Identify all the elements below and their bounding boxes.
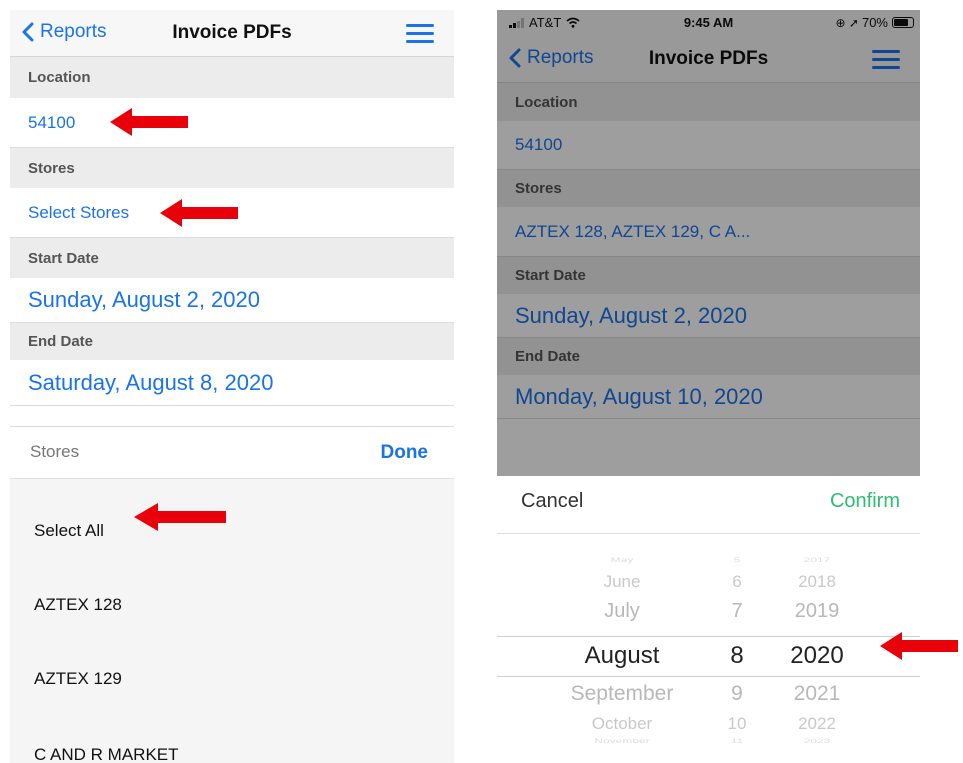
year-option[interactable]: 2019 (767, 600, 867, 623)
day-selected[interactable]: 8 (707, 642, 767, 670)
start-date-header: Start Date (497, 257, 920, 294)
location-section: Location 54100 (10, 57, 454, 148)
end-date-header: End Date (10, 323, 454, 360)
month-option[interactable]: November (537, 737, 707, 745)
sheet-header: Stores Done (10, 427, 454, 479)
end-date-header: End Date (497, 338, 920, 375)
chevron-left-icon (22, 22, 34, 42)
right-screen: AT&T 9:45 AM ⊕ ➚ 70% Reports Invoice PDF… (497, 10, 920, 763)
start-date-section: Start Date Sunday, August 2, 2020 (497, 257, 920, 338)
year-option[interactable]: 2022 (767, 714, 867, 734)
day-option[interactable]: 6 (707, 572, 767, 592)
month-option[interactable]: October (537, 714, 707, 734)
back-button[interactable]: Reports (22, 21, 107, 43)
location-value[interactable]: 54100 (10, 98, 454, 148)
end-date-section: End Date Saturday, August 8, 2020 (10, 323, 454, 406)
day-option[interactable]: 5 (707, 556, 767, 564)
chevron-left-icon (509, 48, 521, 68)
stores-header: Stores (10, 148, 454, 188)
start-date-section: Start Date Sunday, August 2, 2020 (10, 238, 454, 323)
annotation-arrow-icon (134, 503, 226, 531)
nav-bar: Reports Invoice PDFs (10, 10, 454, 57)
day-option[interactable]: 9 (707, 682, 767, 706)
battery-percent: 70% (861, 15, 888, 30)
location-value[interactable]: 54100 (497, 121, 920, 170)
annotation-arrow-icon (160, 199, 238, 227)
battery-status: ⊕ ➚ 70% (836, 15, 914, 30)
year-option[interactable]: 2021 (767, 682, 867, 706)
stores-field[interactable]: AZTEX 128, AZTEX 129, C A... (497, 207, 920, 257)
month-option[interactable]: July (537, 600, 707, 623)
picker-divider (497, 533, 920, 534)
location-header: Location (10, 57, 454, 98)
back-label: Reports (40, 21, 107, 42)
option-store[interactable]: AZTEX 129 (34, 669, 122, 689)
stores-section: Stores AZTEX 128, AZTEX 129, C A... (497, 170, 920, 257)
stores-header: Stores (497, 170, 920, 207)
start-date-header: Start Date (10, 238, 454, 278)
cancel-button[interactable]: Cancel (521, 490, 583, 513)
start-date-field[interactable]: Sunday, August 2, 2020 (497, 294, 920, 338)
stores-sheet: Stores Done Select All AZTEX 128 AZTEX 1… (10, 426, 454, 763)
day-option[interactable]: 7 (707, 600, 767, 623)
hamburger-menu-icon[interactable] (406, 24, 434, 44)
back-button[interactable]: Reports (509, 47, 594, 69)
year-selected[interactable]: 2020 (767, 642, 867, 670)
annotation-arrow-icon (110, 108, 188, 136)
location-header: Location (497, 83, 920, 121)
sheet-label: Stores (30, 442, 80, 461)
year-option[interactable]: 2023 (767, 737, 867, 745)
day-option[interactable]: 11 (707, 737, 767, 745)
month-option[interactable]: May (537, 556, 707, 564)
annotation-arrow-icon (880, 632, 958, 660)
nav-bar: Reports Invoice PDFs (497, 36, 920, 83)
year-option[interactable]: 2017 (767, 556, 867, 564)
location-arrow-icon: ⊕ ➚ (835, 15, 859, 30)
date-picker: Cancel Confirm May June July August Sept… (497, 476, 920, 763)
status-bar: AT&T 9:45 AM ⊕ ➚ 70% (497, 10, 920, 36)
done-button[interactable]: Done (381, 442, 429, 464)
option-store[interactable]: C AND R MARKET (34, 745, 179, 763)
month-option[interactable]: June (537, 572, 707, 592)
end-date-field[interactable]: Monday, August 10, 2020 (497, 375, 920, 419)
end-date-field[interactable]: Saturday, August 8, 2020 (10, 360, 454, 406)
day-option[interactable]: 10 (707, 714, 767, 734)
month-selected[interactable]: August (537, 642, 707, 670)
back-label: Reports (527, 47, 594, 68)
location-section: Location 54100 (497, 83, 920, 170)
battery-icon (892, 17, 914, 28)
left-screen: Reports Invoice PDFs Location 54100 Stor… (10, 10, 454, 763)
start-date-field[interactable]: Sunday, August 2, 2020 (10, 278, 454, 323)
confirm-button[interactable]: Confirm (830, 490, 900, 513)
end-date-section: End Date Monday, August 10, 2020 (497, 338, 920, 419)
option-store[interactable]: AZTEX 128 (34, 595, 122, 615)
option-select-all[interactable]: Select All (34, 521, 104, 541)
year-option[interactable]: 2018 (767, 572, 867, 592)
hamburger-menu-icon[interactable] (872, 50, 900, 70)
month-option[interactable]: September (537, 682, 707, 706)
